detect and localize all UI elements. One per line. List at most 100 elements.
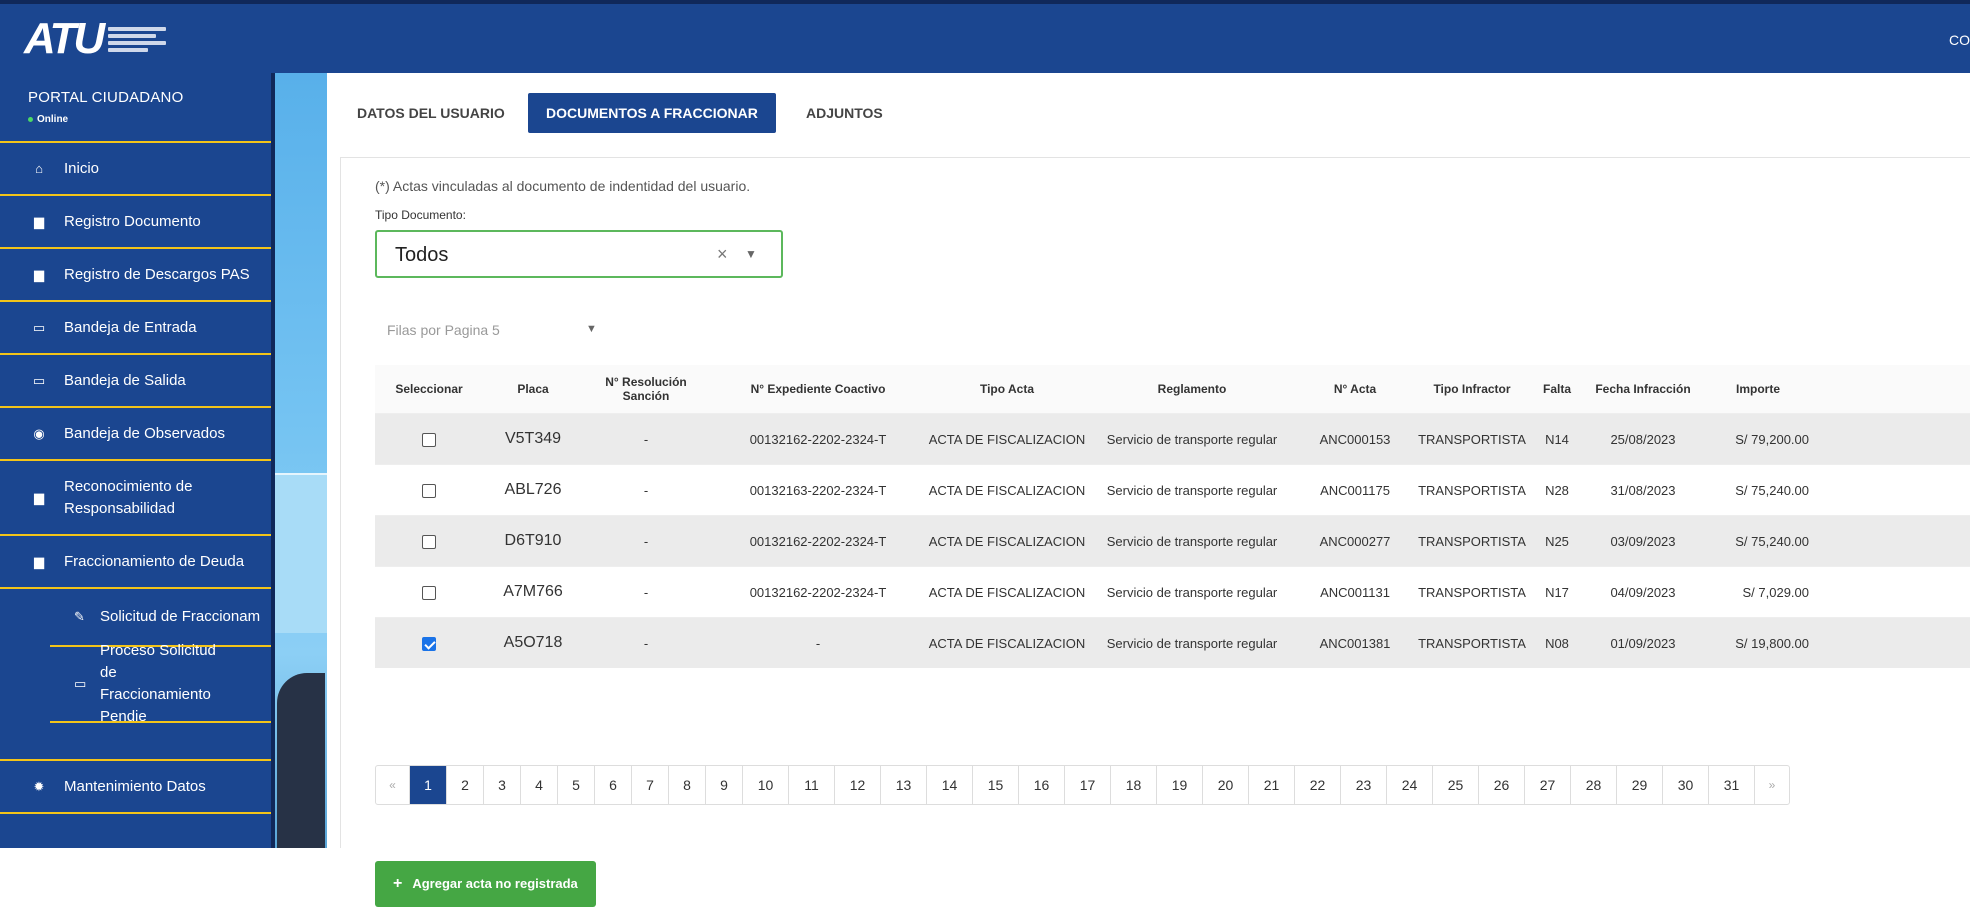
cell-resolucion: - — [643, 635, 649, 651]
column-header: Seleccionar — [395, 382, 463, 396]
tab-adjuntos[interactable]: ADJUNTOS — [806, 93, 883, 133]
row-checkbox[interactable] — [422, 636, 436, 651]
sidebar-item-2[interactable]: ▆ Registro Documento — [0, 196, 271, 249]
cell-fecha: 04/09/2023 — [1610, 584, 1676, 600]
page-button[interactable]: 18 — [1111, 766, 1157, 804]
row-checkbox[interactable] — [422, 585, 436, 600]
sidebar-item-8[interactable]: ▆ Fraccionamiento de Deuda — [0, 536, 271, 589]
background-window — [275, 473, 327, 633]
page-button[interactable]: 29 — [1617, 766, 1663, 804]
cell-acta: ANC001175 — [1320, 482, 1390, 498]
cell-importe: S/ 75,240.00 — [1735, 482, 1809, 498]
row-checkbox[interactable] — [422, 534, 436, 549]
page-button[interactable]: 1 — [410, 766, 447, 804]
sidebar-item-1[interactable]: ⌂ Inicio — [0, 143, 271, 196]
table-row: V5T349 - 00132162-2202-2324-T ACTA DE FISCA… — [375, 413, 1970, 464]
page-button[interactable]: 17 — [1065, 766, 1111, 804]
page-button[interactable]: 31 — [1709, 766, 1755, 804]
inbox-icon: ▭ — [32, 372, 46, 388]
sidebar-item-label: Registro Documento — [64, 213, 201, 230]
page-button[interactable]: 10 — [743, 766, 789, 804]
cell-infractor: TRANSPORTISTA — [1418, 584, 1526, 600]
page-button[interactable]: 6 — [595, 766, 632, 804]
sidebar-item-10[interactable]: ▭ Proceso Solicitud de Fraccionamiento Pe… — [50, 642, 271, 725]
logo-text: ATU — [24, 14, 105, 63]
page-button[interactable]: 12 — [835, 766, 881, 804]
cell-placa: ABL726 — [504, 481, 562, 498]
add-unregistered-act-button[interactable]: + Agregar acta no registrada — [375, 861, 596, 907]
page-button[interactable]: 24 — [1387, 766, 1433, 804]
page-button[interactable]: 13 — [881, 766, 927, 804]
page-button[interactable]: 16 — [1019, 766, 1065, 804]
sidebar-spacer — [0, 723, 271, 761]
sidebar-item-6[interactable]: ◉ Bandeja de Observados — [0, 408, 271, 461]
column-header: N° Acta — [1333, 382, 1377, 396]
tab-datos-usuario[interactable]: DATOS DEL USUARIO — [357, 93, 505, 133]
chevron-down-icon[interactable]: ▼ — [745, 247, 757, 261]
sidebar-nav: ⌂ Inicio ▆ Registro Documento ▆ Registro de D… — [0, 143, 271, 814]
sidebar-item-label: Bandeja de Entrada — [64, 319, 197, 336]
cell-expediente: - — [815, 635, 821, 651]
sidebar-item-label: Inicio — [64, 160, 100, 177]
page-button[interactable]: 7 — [632, 766, 669, 804]
page-button[interactable]: 30 — [1663, 766, 1709, 804]
sidebar-item-11[interactable]: ✹ Mantenimiento Datos — [0, 761, 271, 814]
cell-placa: A7M766 — [503, 583, 563, 600]
row-checkbox[interactable] — [422, 483, 436, 498]
page-button[interactable]: 27 — [1525, 766, 1571, 804]
file-icon: ▆ — [34, 553, 44, 569]
page-button[interactable]: 4 — [521, 766, 558, 804]
home-icon: ⌂ — [35, 161, 43, 176]
column-header: Importe — [1735, 382, 1780, 396]
page-button[interactable]: 5 — [558, 766, 595, 804]
page-button[interactable]: 23 — [1341, 766, 1387, 804]
page-next-button[interactable]: » — [1755, 766, 1789, 804]
logo-subtitle-lines — [108, 24, 167, 55]
page-button[interactable]: 14 — [927, 766, 973, 804]
sidebar-item-5[interactable]: ▭ Bandeja de Salida — [0, 355, 271, 408]
page-button[interactable]: 20 — [1203, 766, 1249, 804]
sidebar-item-4[interactable]: ▭ Bandeja de Entrada — [0, 302, 271, 355]
rows-per-page-caret-icon[interactable]: ▼ — [586, 323, 597, 335]
cell-reglamento: Servicio de transporte regular — [1106, 635, 1278, 651]
page-prev-button[interactable]: « — [376, 766, 410, 804]
main-content: DATOS DEL USUARIO DOCUMENTOS A FRACCIONA… — [327, 73, 1970, 907]
user-menu[interactable]: CO — [1949, 32, 1970, 48]
sidebar-item-3[interactable]: ▆ Registro de Descargos PAS — [0, 249, 271, 302]
row-checkbox[interactable] — [422, 432, 436, 447]
acts-table: Seleccionar Placa N° Resolución Sanción N° … — [375, 365, 1970, 668]
page-button[interactable]: 15 — [973, 766, 1019, 804]
sidebar-item-label: Bandeja de Observados — [64, 425, 225, 442]
page-button[interactable]: 21 — [1249, 766, 1295, 804]
pagination: «1 2 3 4 5 6 7 8 9 10 11 12 13 14 15 16 17 18 19 20 21 22 23 24… — [375, 765, 1790, 805]
rows-per-page-select[interactable]: Filas por Pagina 5 — [387, 322, 500, 338]
page-button[interactable]: 28 — [1571, 766, 1617, 804]
sidebar-background-image — [275, 73, 327, 848]
portal-header: PORTAL CIUDADANO Online — [0, 73, 271, 143]
online-status: Online — [28, 114, 271, 125]
cell-placa: V5T349 — [504, 430, 562, 447]
cell-reglamento: Servicio de transporte regular — [1106, 584, 1278, 600]
cell-acta: ANC000277 — [1319, 533, 1391, 549]
cell-resolucion: - — [643, 533, 649, 549]
page-button[interactable]: 22 — [1295, 766, 1341, 804]
page-button[interactable]: 8 — [669, 766, 706, 804]
page-button[interactable]: 19 — [1157, 766, 1203, 804]
tab-documentos-fraccionar[interactable]: DOCUMENTOS A FRACCIONAR — [528, 93, 776, 133]
page-button[interactable]: 25 — [1433, 766, 1479, 804]
page-button[interactable]: 11 — [789, 766, 835, 804]
sidebar-item-9[interactable]: ✎ Solicitud de Fraccionam — [50, 589, 271, 647]
cell-expediente: 00132163-2202-2324-T — [749, 482, 887, 498]
page-button[interactable]: 9 — [706, 766, 743, 804]
portal-title: PORTAL CIUDADANO — [28, 89, 184, 106]
column-header: Tipo Infractor — [1433, 382, 1511, 396]
atu-logo[interactable]: ATU — [24, 14, 167, 63]
page-button[interactable]: 3 — [484, 766, 521, 804]
sidebar-item-7[interactable]: ▆ Reconocimiento de Responsabilidad — [0, 461, 271, 536]
tipo-documento-select[interactable]: Todos × ▼ — [375, 230, 783, 278]
cell-importe: S/ 19,800.00 — [1735, 635, 1809, 651]
clear-icon[interactable]: × — [717, 244, 728, 265]
page-button[interactable]: 26 — [1479, 766, 1525, 804]
cell-resolucion: - — [643, 431, 649, 447]
page-button[interactable]: 2 — [447, 766, 484, 804]
